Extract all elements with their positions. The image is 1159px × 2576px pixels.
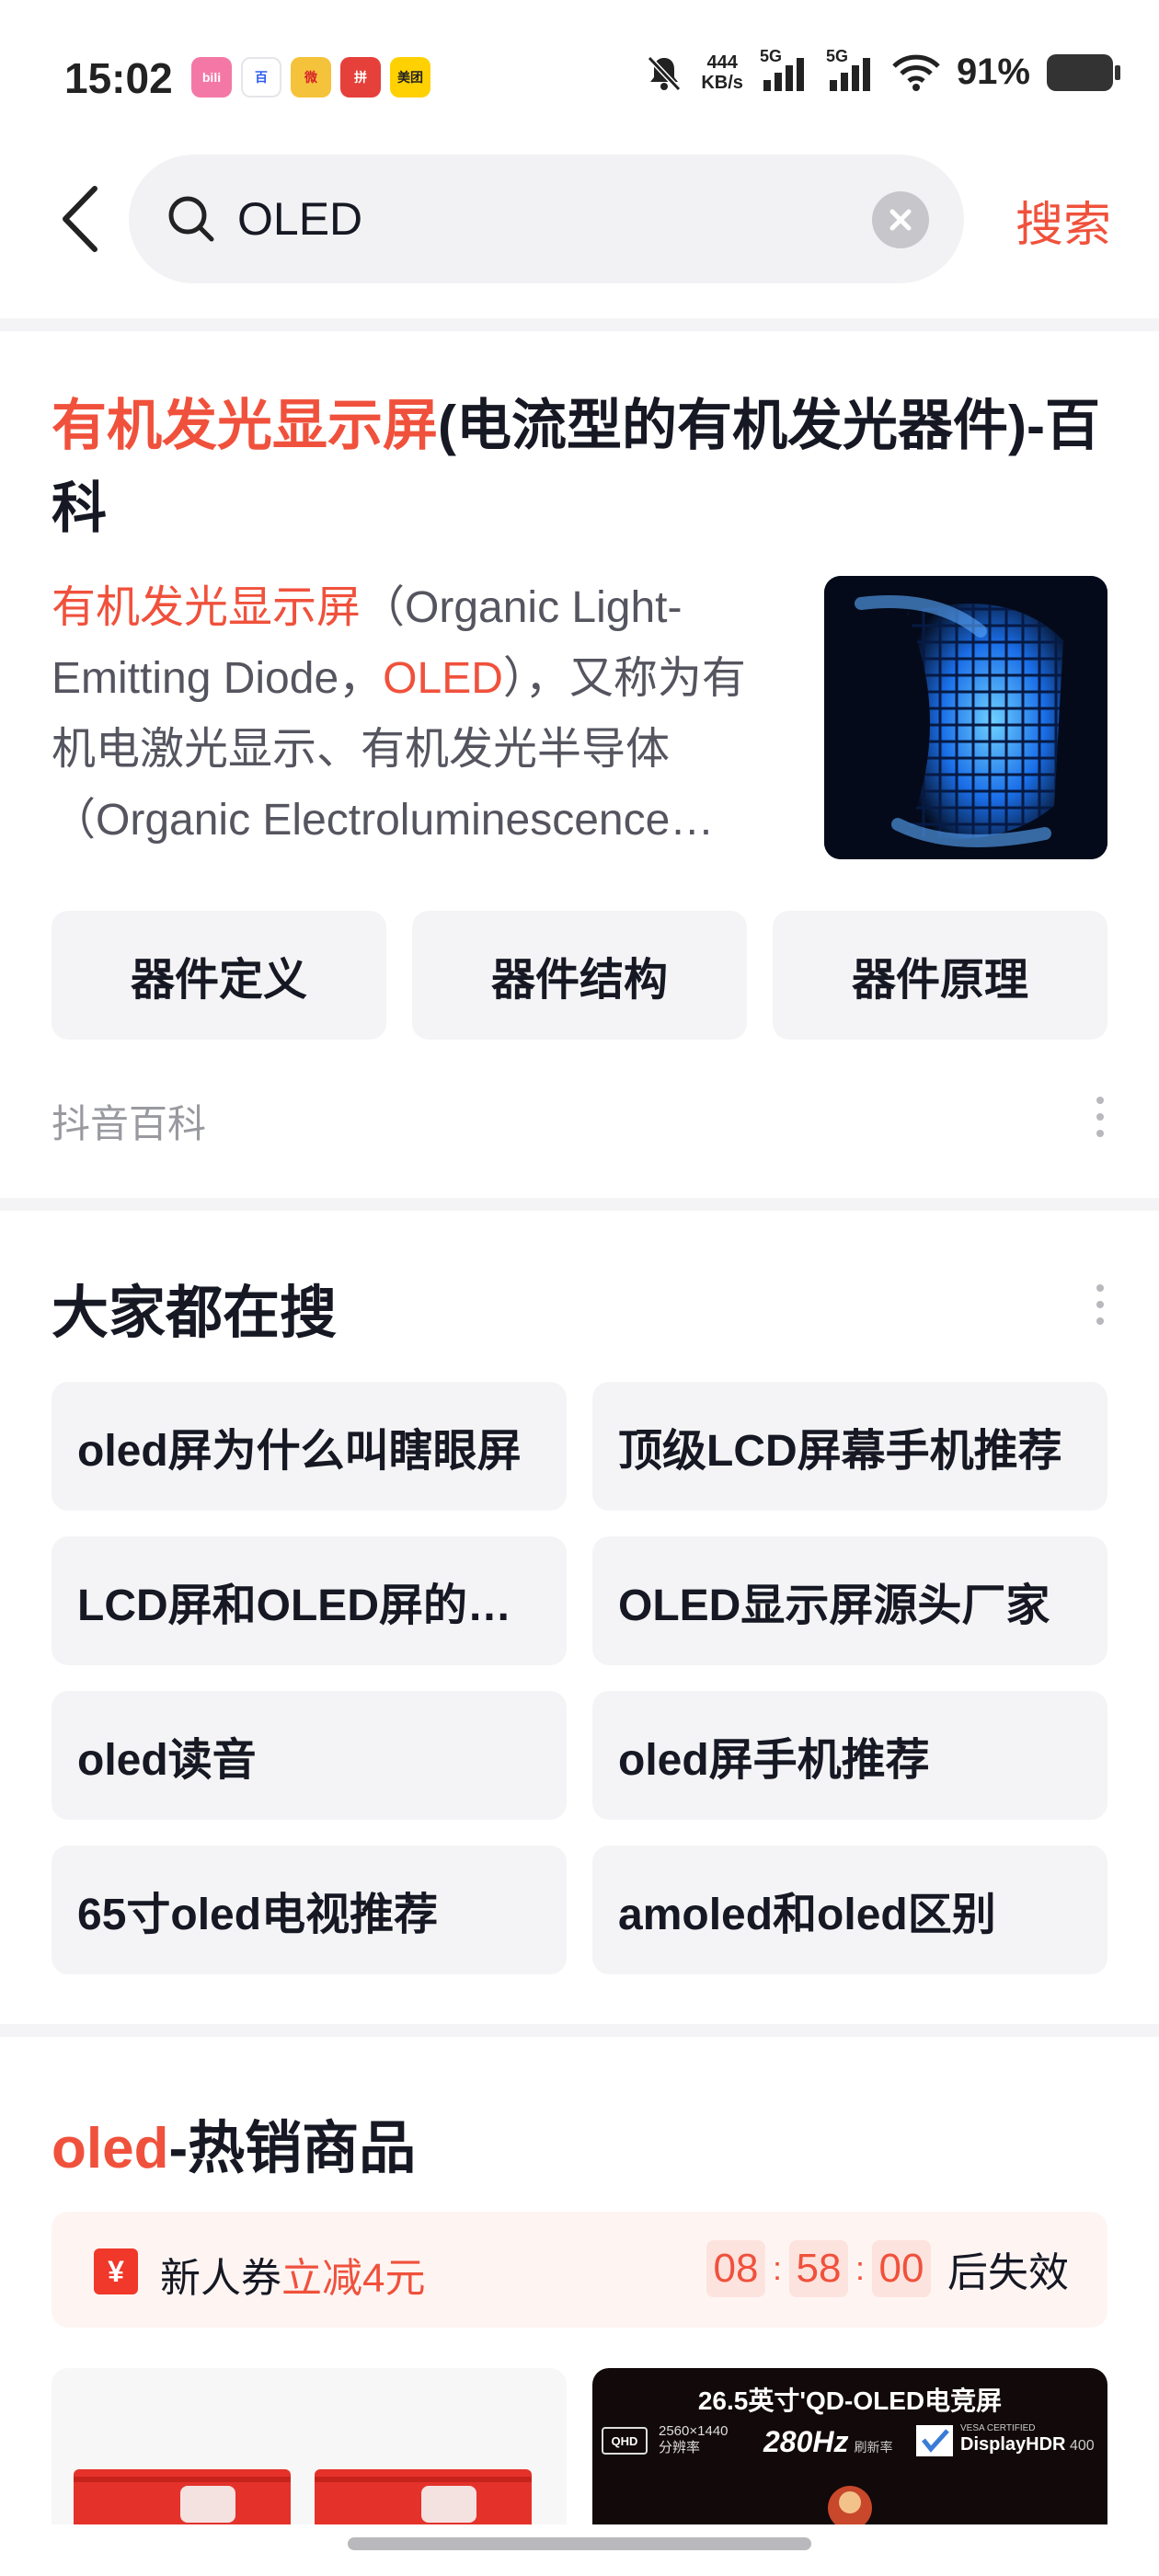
oled-thumbnail-image[interactable] [824, 576, 1107, 859]
close-icon [889, 209, 912, 231]
product-banner-title: 26.5英寸'QD-OLED电竞屏 [697, 2386, 1003, 2415]
tab-device-structure[interactable]: 器件结构 [412, 911, 747, 1040]
countdown-hours: 08 [706, 2240, 765, 2297]
more-options-icon[interactable] [1091, 1284, 1109, 1325]
hot-search-section: 大家都在搜 oled屏为什么叫瞎眼屏 顶级LCD屏幕手机推荐 LCD屏和OLED… [0, 1211, 1159, 2039]
refresh-spec: 280Hz 刷新率 [763, 2425, 893, 2458]
search-header: 搜索 [0, 155, 1159, 283]
hot-search-title: 大家都在搜 [52, 1282, 338, 1345]
hot-search-item[interactable]: oled屏为什么叫瞎眼屏 [52, 1382, 567, 1511]
hot-goods-section: oled-热销商品 ¥ 新人券立减4元 08 : 58 : 00 后失效 26.… [0, 2048, 1159, 2576]
gaming-character-image [828, 2486, 872, 2524]
hot-search-item[interactable]: oled屏手机推荐 [592, 1691, 1107, 1820]
bilibili-icon: bili [191, 57, 232, 98]
clear-search-button[interactable] [872, 191, 929, 248]
divider [0, 2024, 1159, 2037]
mute-bell-icon [648, 55, 682, 91]
divider [0, 318, 1159, 331]
more-options-icon[interactable] [1091, 1097, 1109, 1137]
divider [0, 1198, 1159, 1211]
hot-search-item[interactable]: 65寸oled电视推荐 [52, 1846, 567, 1974]
hot-search-item[interactable]: oled读音 [52, 1691, 567, 1820]
network-speed: 444 KB/s [701, 52, 743, 93]
countdown-suffix: 后失效 [947, 2250, 1069, 2295]
countdown-seconds: 00 [872, 2240, 931, 2297]
search-box[interactable] [129, 155, 964, 283]
battery-icon [1047, 53, 1120, 91]
baike-card[interactable]: 有机发光显示屏(电流型的有机发光器件)-百科 有机发光显示屏（Organic L… [0, 331, 1159, 1196]
status-time: 15:02 [64, 54, 173, 102]
tab-device-definition[interactable]: 器件定义 [52, 911, 386, 1040]
status-bar: 15:02 bili 百 微 拼 美团 444 KB/s 5G 5G 91% [0, 0, 1159, 138]
chevron-left-icon [63, 186, 98, 252]
search-submit-button[interactable]: 搜索 [1016, 186, 1111, 255]
newcomer-coupon-banner[interactable]: ¥ 新人券立减4元 08 : 58 : 00 后失效 [52, 2212, 1107, 2328]
baike-description: 有机发光显示屏（Organic Light-Emitting Diode，OLE… [52, 583, 746, 845]
signal-5g-2: 5G [826, 47, 876, 93]
hot-search-item[interactable]: LCD屏和OLED屏的… [52, 1536, 567, 1665]
baidu-icon: 百 [241, 57, 281, 98]
hot-search-grid: oled屏为什么叫瞎眼屏 顶级LCD屏幕手机推荐 LCD屏和OLED屏的… OL… [52, 1382, 1107, 1974]
coupon-countdown: 08 : 58 : 00 后失效 [706, 2239, 1069, 2298]
product-card[interactable]: 26.5英寸'QD-OLED电竞屏 QHD 2560×1440 分辨率 280H… [592, 2368, 1107, 2524]
meituan-icon: 美团 [390, 57, 430, 98]
vesa-check-icon [916, 2425, 953, 2456]
flexible-oled-panel-image [824, 576, 1107, 859]
switch-box-product-image [74, 2469, 532, 2524]
baike-title[interactable]: 有机发光显示屏(电流型的有机发光器件)-百科 [52, 385, 1109, 550]
signal-bars-icon [763, 57, 804, 91]
countdown-minutes: 58 [788, 2240, 848, 2297]
search-icon [168, 196, 214, 242]
hot-search-item[interactable]: OLED显示屏源头厂家 [592, 1536, 1107, 1665]
status-indicators: 444 KB/s 5G 5G 91% [644, 47, 1120, 93]
pinduoduo-icon: 拼 [340, 57, 381, 98]
hot-search-item[interactable]: amoled和oled区别 [592, 1846, 1107, 1974]
search-input[interactable] [237, 188, 826, 250]
coupon-yuan-icon: ¥ [94, 2248, 138, 2294]
coupon-text: 新人券立减4元 [160, 2256, 426, 2301]
signal-bars-icon [829, 57, 870, 91]
product-card[interactable] [52, 2368, 567, 2524]
baike-tabs: 器件定义 器件结构 器件原理 [52, 911, 1107, 1040]
hot-search-item[interactable]: 顶级LCD屏幕手机推荐 [592, 1382, 1107, 1511]
baike-source: 抖音百科 [52, 1102, 207, 1145]
goods-title: oled-热销商品 [52, 2117, 417, 2180]
back-button[interactable] [48, 182, 112, 256]
signal-5g-1: 5G [760, 47, 809, 93]
resolution-spec: 2560×1440 分辨率 [659, 2423, 729, 2455]
wifi-icon [892, 54, 940, 91]
qhd-badge: QHD [602, 2427, 648, 2455]
home-indicator[interactable] [348, 2537, 811, 2550]
tab-device-principle[interactable]: 器件原理 [773, 911, 1107, 1040]
battery-percent: 91% [956, 52, 1030, 92]
weibo-icon: 微 [291, 57, 331, 98]
notification-app-icons: bili 百 微 拼 美团 [191, 57, 430, 98]
